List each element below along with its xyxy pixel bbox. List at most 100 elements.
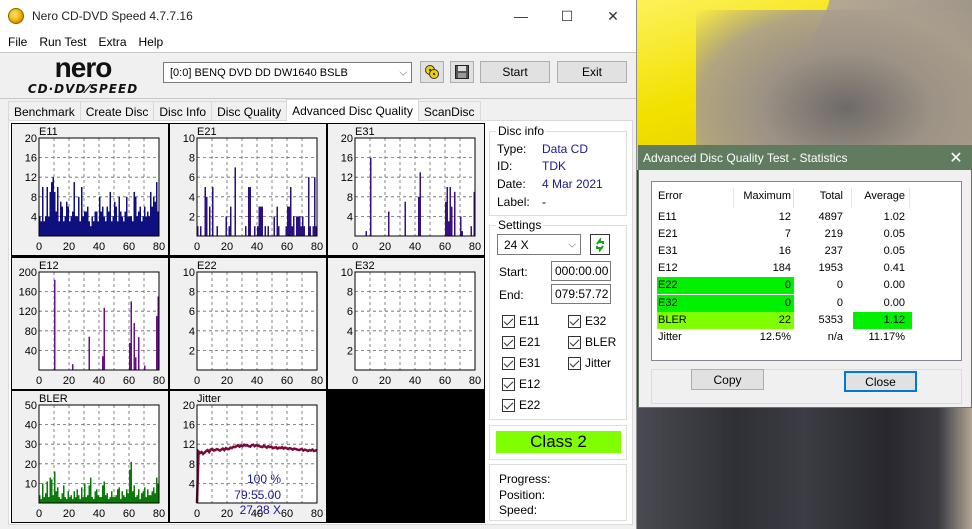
x-tick-label: 20 — [379, 375, 391, 387]
checkbox-e21[interactable]: E21 — [502, 335, 540, 349]
column-header[interactable]: Maximum — [743, 190, 791, 202]
position-label: Position: — [499, 488, 546, 502]
bar — [257, 226, 259, 236]
bar — [230, 206, 232, 236]
bar — [138, 337, 140, 370]
bar — [302, 216, 304, 236]
checkbox-e11[interactable]: E11 — [502, 314, 539, 328]
checkbox-e22[interactable]: E22 — [502, 398, 540, 412]
start-time-input[interactable]: 000:00.00 — [551, 261, 611, 281]
speed-select[interactable]: 24 X ⌵ — [497, 234, 581, 255]
chart-title: E32 — [355, 260, 375, 272]
column-separator[interactable] — [793, 188, 794, 208]
checkbox-label: E12 — [519, 377, 541, 391]
bar — [130, 461, 132, 503]
bar — [312, 226, 314, 236]
close-button[interactable]: ✕ — [590, 0, 636, 32]
drive-info-button[interactable] — [420, 61, 444, 83]
tab-disc-info[interactable]: Disc Info — [153, 101, 213, 121]
x-tick-label: 60 — [281, 508, 293, 520]
drive-select[interactable]: [0:0] BENQ DVD DD DW1640 BSLB ⌵ — [163, 62, 412, 83]
column-header[interactable]: Total — [820, 190, 843, 202]
bar — [61, 206, 63, 236]
bar — [91, 216, 93, 236]
bar — [135, 196, 137, 236]
tab-advanced-disc-quality[interactable]: Advanced Disc Quality — [286, 99, 419, 121]
bar — [115, 206, 117, 236]
speed-select-value: 24 X — [504, 237, 529, 252]
bar — [66, 499, 68, 503]
check-icon — [568, 335, 581, 349]
total-value: 5353 — [818, 313, 843, 326]
bar — [130, 301, 132, 370]
bar — [102, 356, 104, 370]
bar — [52, 177, 54, 236]
menu-extra[interactable]: Extra — [92, 35, 132, 49]
chart-bler: 10 20 30 40 50 0 20 40 60 80 BLER — [12, 391, 168, 522]
bar — [154, 201, 156, 236]
x-tick-label: 20 — [63, 508, 75, 520]
bar — [120, 211, 122, 236]
bar — [111, 491, 113, 503]
bar — [365, 231, 367, 236]
x-tick-label: 40 — [409, 241, 421, 253]
dialog-close-button[interactable]: Close — [844, 371, 917, 392]
bar — [72, 364, 74, 370]
bar — [106, 206, 108, 236]
column-separator[interactable] — [851, 188, 852, 208]
bar — [206, 196, 208, 236]
y-tick-label: 10 — [183, 267, 195, 279]
y-tick-label: 2 — [347, 345, 353, 357]
y-tick-label: 8 — [347, 287, 353, 299]
y-tick-label: 12 — [183, 439, 195, 451]
tab-disc-quality[interactable]: Disc Quality — [211, 101, 288, 121]
column-header[interactable]: Average — [864, 190, 905, 202]
dialog-close-icon[interactable]: ✕ — [941, 148, 971, 168]
column-separator[interactable] — [733, 188, 734, 208]
exit-button[interactable]: Exit — [557, 61, 627, 83]
bar — [84, 211, 86, 236]
progress-label: Progress: — [499, 472, 551, 486]
column-header[interactable]: Error — [658, 190, 682, 202]
bar — [94, 211, 96, 236]
end-time-input[interactable]: 079:57.72 — [551, 284, 611, 304]
bar — [296, 216, 298, 236]
logo-nero-text: nero — [54, 52, 113, 83]
checkbox-e12[interactable]: E12 — [502, 377, 540, 391]
stats-row: E22 0 0 0.00 — [652, 277, 963, 295]
column-separator[interactable] — [909, 188, 910, 208]
bar — [49, 191, 51, 236]
tab-scandisc[interactable]: ScanDisc — [417, 101, 481, 121]
maximize-button[interactable]: ☐ — [544, 0, 590, 32]
bar — [118, 487, 120, 503]
speed-value: 27.28 X — [239, 503, 281, 517]
tab-create-disc[interactable]: Create Disc — [79, 101, 155, 121]
bar — [75, 216, 77, 236]
minimize-button[interactable]: — — [498, 0, 544, 32]
bar — [42, 187, 44, 236]
checkbox-e31[interactable]: E31 — [502, 356, 540, 370]
menu-run-test[interactable]: Run Test — [33, 35, 92, 49]
bar — [153, 196, 155, 236]
tab-benchmark[interactable]: Benchmark — [8, 101, 81, 121]
bar — [130, 216, 132, 236]
y-tick-label: 40 — [25, 345, 37, 357]
checkbox-jitter[interactable]: Jitter — [568, 356, 611, 370]
save-button[interactable] — [450, 61, 474, 83]
chart-title: Jitter — [197, 393, 221, 405]
bar — [290, 187, 292, 236]
menu-help[interactable]: Help — [133, 35, 170, 49]
bar — [291, 226, 293, 236]
menu-file[interactable]: File — [2, 35, 33, 49]
checkbox-e32[interactable]: E32 — [568, 314, 606, 328]
checkbox-bler[interactable]: BLER — [568, 335, 616, 349]
copy-button[interactable]: Copy — [691, 369, 764, 390]
bar — [132, 491, 134, 503]
bar — [153, 487, 155, 503]
chart-title: E12 — [39, 260, 59, 272]
bar — [470, 226, 472, 236]
check-icon — [502, 356, 515, 370]
bar — [138, 211, 140, 236]
refresh-speed-button[interactable] — [590, 234, 610, 255]
start-button[interactable]: Start — [480, 61, 550, 83]
